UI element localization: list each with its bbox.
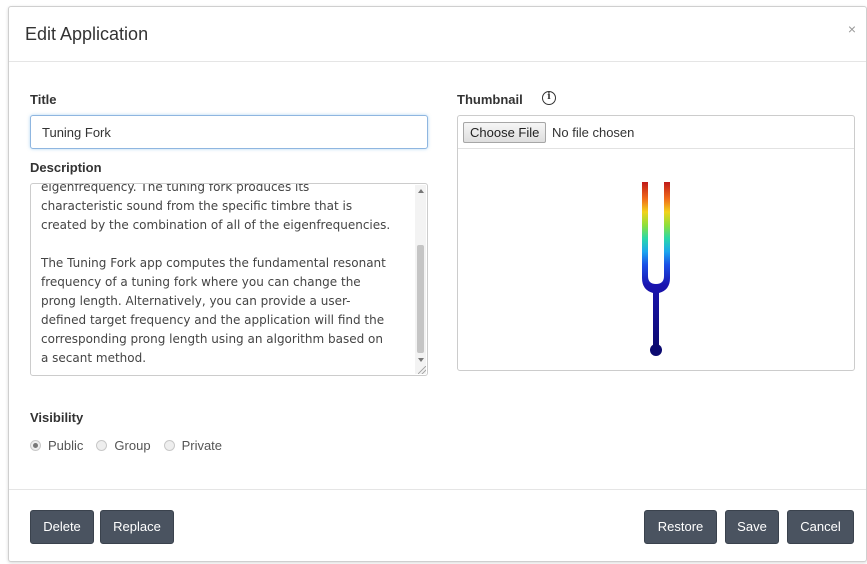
radio-group-label[interactable]: Group [114,438,150,453]
replace-button[interactable]: Replace [100,510,174,544]
title-label: Title [30,92,57,107]
visibility-label: Visibility [30,410,84,425]
title-input[interactable] [30,115,428,149]
radio-private-label[interactable]: Private [182,438,222,453]
resize-grip-icon[interactable] [418,366,426,374]
scroll-down-icon[interactable] [418,358,424,362]
no-file-text: No file chosen [552,125,635,140]
description-textarea[interactable]: eigenfrequency. The tuning fork produces… [30,183,428,376]
radio-private[interactable] [163,440,175,451]
description-scrollbar[interactable] [415,185,426,374]
modal-header: Edit Application × [9,7,866,62]
choose-file-button[interactable]: Choose File [463,122,547,143]
close-icon[interactable]: × [848,22,856,36]
thumbnail-panel: Choose File No file chosen [457,115,855,371]
file-input-row: Choose File No file chosen [458,116,854,149]
radio-public[interactable] [30,440,41,451]
delete-button[interactable]: Delete [30,510,94,544]
restore-button[interactable]: Restore [644,510,717,544]
radio-public-label[interactable]: Public [48,438,83,453]
save-button[interactable]: Save [725,510,779,544]
thumbnail-label: Thumbnail [457,92,523,107]
edit-application-dialog: Edit Application × Title Description eig… [8,6,867,562]
modal-title: Edit Application [25,24,149,44]
description-label: Description [30,160,102,175]
visibility-radio-group: Public Group Private [30,438,235,453]
info-icon[interactable]: i [542,91,556,105]
modal-footer: Delete Replace Restore Save Cancel [9,489,866,563]
scroll-thumb[interactable] [417,245,424,353]
cancel-button[interactable]: Cancel [787,510,854,544]
radio-group[interactable] [96,440,108,451]
description-text: eigenfrequency. The tuning fork produces… [41,183,391,365]
scroll-up-icon[interactable] [418,189,424,193]
tuning-fork-thumbnail [642,182,670,356]
